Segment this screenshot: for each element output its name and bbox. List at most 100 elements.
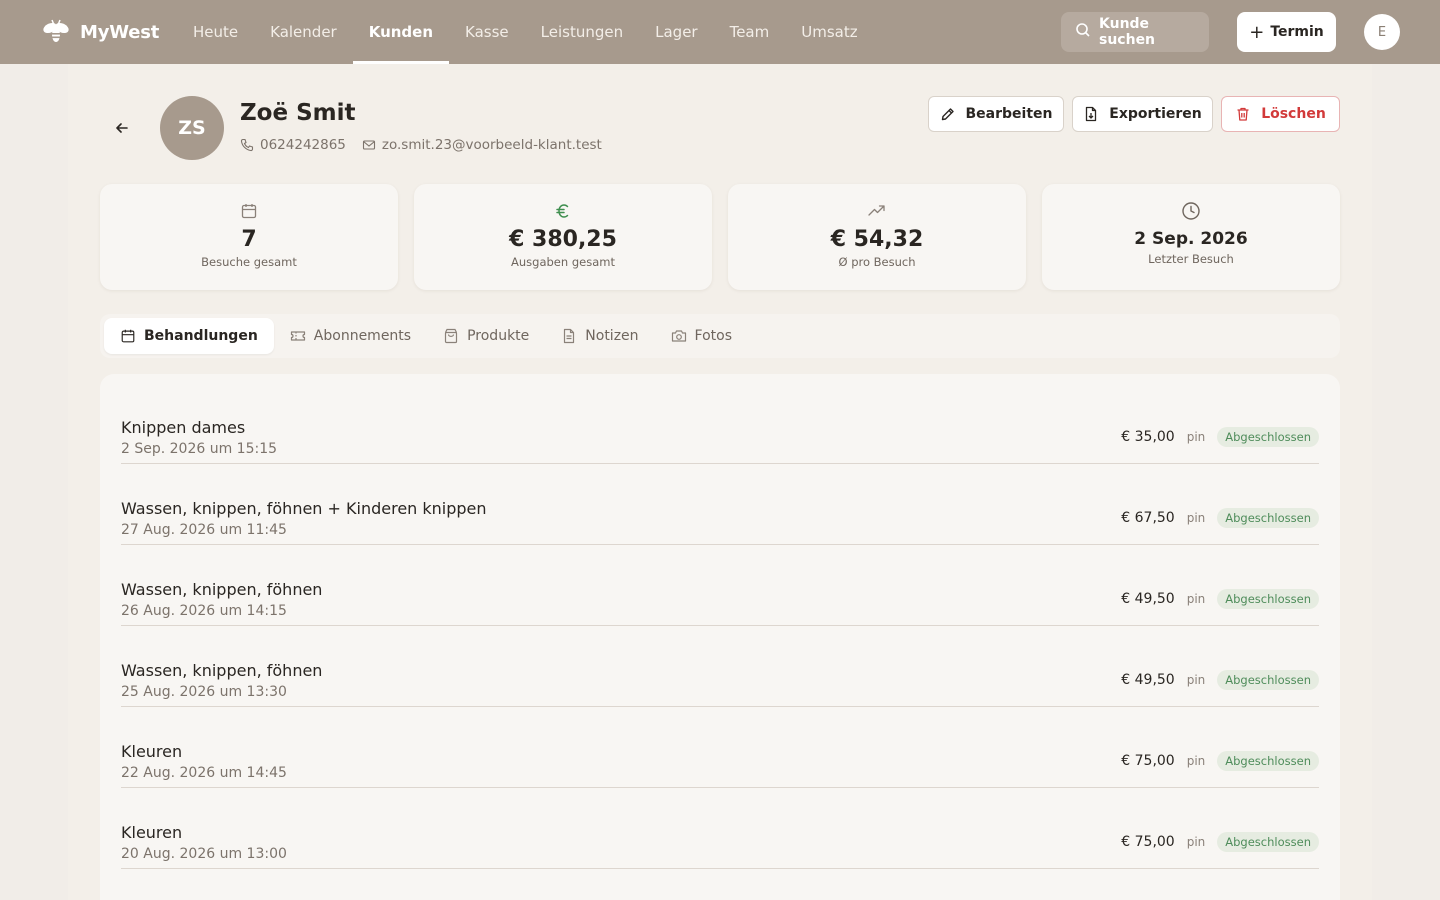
status-badge: Abgeschlossen [1217,589,1319,609]
stat-label: Besuche gesamt [201,255,297,269]
payment-method: pin [1186,430,1206,444]
treatment-date: 20 Aug. 2026 um 13:00 [121,846,287,862]
treatment-title: Knippen dames [121,418,246,437]
treatment-row[interactable]: Knippen dames 2 Sep. 2026 um 15:15 € 35,… [121,383,1319,464]
treatment-row[interactable]: Wassen, knippen, föhnen 25 Aug. 2026 um … [121,626,1319,707]
stat-card: € 380,25 Ausgaben gesamt [414,184,712,290]
file-download-icon [1086,106,1097,122]
delete-button[interactable]: Löschen [1221,96,1340,132]
customer-phone-text: 0624242865 [260,137,346,153]
payment-method: pin [1186,754,1206,768]
tab-abonnements[interactable]: Abonnements [274,318,427,354]
tab-behandlungen[interactable]: Behandlungen [104,318,274,354]
export-label: Exportieren [1109,106,1202,122]
treatment-title: Kleuren [121,823,183,842]
calendar-icon [120,328,144,344]
treatment-row[interactable]: Kleuren 20 Aug. 2026 um 13:00 € 75,00 pi… [121,788,1319,869]
treatment-summary: € 35,00 pin Abgeschlossen [1121,427,1319,447]
stat-card: 2 Sep. 2026 Letzter Besuch [1042,184,1340,290]
new-appointment-button[interactable]: + Termin [1237,12,1336,52]
treatment-row[interactable]: Kleuren 22 Aug. 2026 um 14:45 € 75,00 pi… [121,707,1319,788]
phone-icon [240,138,254,152]
nav-item-kalender[interactable]: Kalender [254,0,353,64]
trash-icon [1237,107,1249,121]
customer-email[interactable]: zo.smit.23@voorbeeld-klant.test [362,137,602,153]
treatment-date: 22 Aug. 2026 um 14:45 [121,765,287,781]
treatment-price: € 75,00 [1121,753,1175,769]
euro-icon [554,201,572,221]
payment-method: pin [1186,835,1206,849]
back-button[interactable] [110,116,134,140]
treatment-price: € 75,00 [1121,834,1175,850]
stat-value: € 54,32 [830,227,924,252]
customer-contact: 0624242865 zo.smit.23@voorbeeld-klant.te… [240,137,618,153]
nav-item-leistungen[interactable]: Leistungen [525,0,639,64]
nav-item-team[interactable]: Team [714,0,786,64]
brand-name: MyWest [80,21,160,43]
status-badge: Abgeschlossen [1217,832,1319,852]
treatment-price: € 49,50 [1121,591,1175,607]
pencil-icon [941,108,954,121]
customer-tabs: Behandlungen Abonnements Produkte Notizen Fo… [100,314,1340,358]
camera-icon [671,328,695,344]
treatment-summary: € 75,00 pin Abgeschlossen [1121,751,1319,771]
treatment-date: 26 Aug. 2026 um 14:15 [121,603,287,619]
treatment-title: Wassen, knippen, föhnen [121,661,323,680]
treatment-title: Wassen, knippen, föhnen + Kinderen knipp… [121,499,487,518]
customer-name: Zoë Smit [240,100,356,126]
tab-label: Behandlungen [144,328,258,344]
customer-avatar: ZS [160,96,224,160]
treatment-title: Kleuren [121,742,183,761]
top-navigation: MyWest Heute Kalender Kunden Kasse Leistunge… [0,0,1440,64]
tab-fotos[interactable]: Fotos [655,318,748,354]
clock-icon [1181,201,1201,221]
stat-label: Ø pro Besuch [838,255,916,269]
user-avatar[interactable]: E [1364,14,1400,50]
nav-item-umsatz[interactable]: Umsatz [785,0,873,64]
stat-card: 7 Besuche gesamt [100,184,398,290]
nav-item-lager[interactable]: Lager [639,0,713,64]
brand[interactable]: MyWest [40,14,159,50]
treatment-date: 27 Aug. 2026 um 11:45 [121,522,287,538]
calendar-icon [240,201,258,221]
nav-links: Heute Kalender Kunden Kasse Leistungen Lager T… [177,0,874,64]
payment-method: pin [1186,592,1206,606]
treatment-summary: € 49,50 pin Abgeschlossen [1121,670,1319,690]
delete-label: Löschen [1261,106,1326,122]
treatment-date: 25 Aug. 2026 um 13:30 [121,684,287,700]
stat-label: Ausgaben gesamt [511,255,615,269]
payment-method: pin [1186,673,1206,687]
mail-icon [362,140,375,150]
export-button[interactable]: Exportieren [1072,96,1213,132]
status-badge: Abgeschlossen [1217,751,1319,771]
treatment-price: € 35,00 [1121,429,1175,445]
stat-value: 2 Sep. 2026 [1134,229,1248,249]
treatment-date: 2 Sep. 2026 um 15:15 [121,441,278,457]
treatment-summary: € 75,00 pin Abgeschlossen [1121,832,1319,852]
tab-produkte[interactable]: Produkte [427,318,545,354]
note-icon [561,328,585,344]
tab-label: Abonnements [313,328,412,344]
treatment-row[interactable]: Wassen, knippen, föhnen + Kinderen knipp… [121,464,1319,545]
customer-search-button[interactable]: Kunde suchen [1061,12,1209,52]
nav-item-heute[interactable]: Heute [177,0,254,64]
nav-item-kunden[interactable]: Kunden [352,0,450,64]
new-appointment-label: Termin [1270,24,1324,40]
treatment-summary: € 67,50 pin Abgeschlossen [1121,508,1319,528]
nav-item-kasse[interactable]: Kasse [449,0,525,64]
treatment-title: Wassen, knippen, föhnen [121,580,323,599]
treatment-summary: € 49,50 pin Abgeschlossen [1121,589,1319,609]
tab-notizen[interactable]: Notizen [545,318,654,354]
plus-icon: + [1249,21,1265,43]
status-badge: Abgeschlossen [1217,427,1319,447]
stat-value: 7 [241,227,257,252]
tab-label: Fotos [694,328,733,344]
treatment-row[interactable]: Wassen, knippen, föhnen 26 Aug. 2026 um … [121,545,1319,626]
arrow-left-icon [116,123,128,133]
stat-label: Letzter Besuch [1148,252,1234,266]
treatment-list: Knippen dames 2 Sep. 2026 um 15:15 € 35,… [100,374,1340,900]
customer-phone[interactable]: 0624242865 [240,137,346,153]
edit-button[interactable]: Bearbeiten [928,96,1064,132]
payment-method: pin [1186,511,1206,525]
trending-up-icon [867,201,887,221]
